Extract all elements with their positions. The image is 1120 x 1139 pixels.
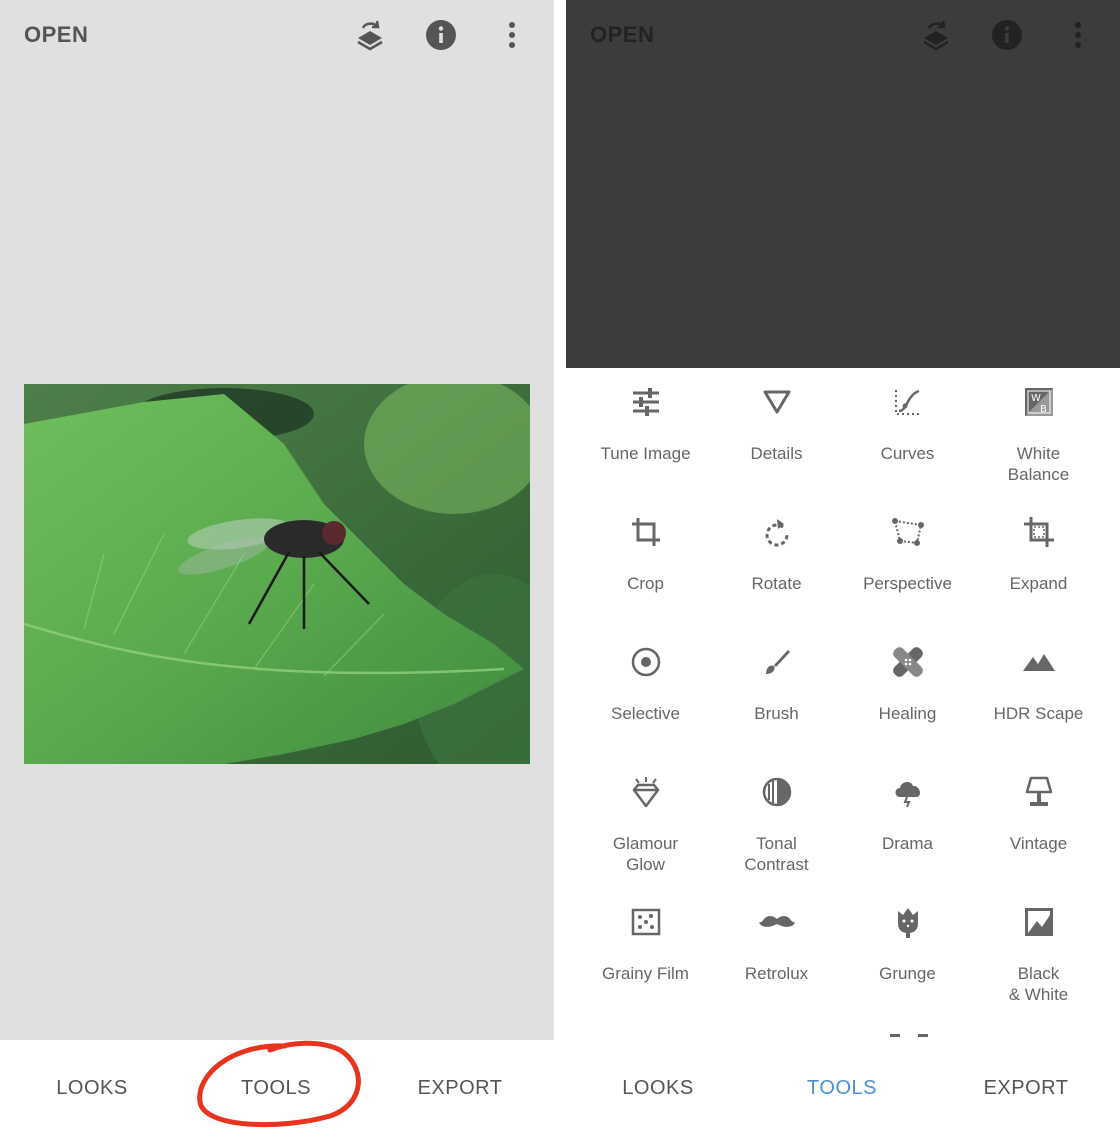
svg-text:W: W	[1031, 393, 1041, 404]
black-white-icon	[973, 905, 1104, 939]
tool-grunge[interactable]: Grunge	[842, 888, 973, 984]
tool-label: Grainy Film	[602, 964, 689, 983]
info-icon[interactable]	[423, 17, 459, 53]
tool-details[interactable]: Details	[711, 368, 842, 464]
tool-crop[interactable]: Crop	[580, 498, 711, 594]
tab-tools[interactable]: TOOLS	[206, 1077, 346, 1100]
tool-label: White Balance	[1007, 444, 1070, 484]
expand-icon	[973, 515, 1104, 549]
tool-label: Glamour Glow	[612, 834, 679, 874]
bottom-nav: LOOKS TOOLS EXPORT	[566, 1040, 1120, 1139]
tool-label: Curves	[880, 444, 935, 463]
tool-label: Selective	[611, 704, 680, 723]
tool-expand[interactable]: Expand	[973, 498, 1104, 594]
lamp-icon	[973, 775, 1104, 809]
mountain-icon	[973, 645, 1104, 679]
perspective-icon	[842, 515, 973, 549]
tool-label: Grunge	[879, 964, 936, 983]
tab-looks[interactable]: LOOKS	[588, 1077, 728, 1100]
crop-icon	[580, 515, 711, 549]
left-screen: OPEN LOOKS TOOLS EXPORT	[0, 0, 554, 1139]
tool-label: Expand	[1009, 574, 1068, 593]
diamond-glow-icon	[580, 775, 711, 809]
fly-on-leaf-photo	[23, 374, 554, 794]
more-tools-hint	[890, 1034, 928, 1038]
grain-dots-icon	[580, 905, 711, 939]
tool-label: Brush	[754, 704, 799, 723]
layers-history-icon[interactable]	[918, 17, 954, 53]
tool-label: Tune Image	[600, 444, 691, 463]
tab-looks[interactable]: LOOKS	[22, 1077, 162, 1100]
rotate-icon	[711, 515, 842, 549]
bottom-nav: LOOKS TOOLS EXPORT	[0, 1040, 554, 1139]
tool-white-balance[interactable]: WB White Balance	[973, 368, 1104, 485]
tune-icon	[580, 385, 711, 419]
more-options-icon[interactable]	[494, 17, 530, 53]
tool-drama[interactable]: Drama	[842, 758, 973, 854]
tool-perspective[interactable]: Perspective	[842, 498, 973, 594]
panel-divider	[554, 0, 566, 1139]
tonal-contrast-icon	[711, 775, 842, 809]
tool-label: Healing	[878, 704, 937, 723]
tool-rotate[interactable]: Rotate	[711, 498, 842, 594]
tab-export[interactable]: EXPORT	[956, 1077, 1096, 1100]
right-screen: OPEN Tune Image Details Curves WB White …	[566, 0, 1120, 1139]
tool-vintage[interactable]: Vintage	[973, 758, 1104, 854]
tool-tune-image[interactable]: Tune Image	[580, 368, 711, 464]
tool-healing[interactable]: Healing	[842, 628, 973, 724]
tool-label: Crop	[627, 574, 664, 593]
white-balance-icon: WB	[973, 385, 1104, 419]
tool-retrolux[interactable]: Retrolux	[711, 888, 842, 984]
storm-cloud-icon	[842, 775, 973, 809]
healing-bandage-icon	[842, 645, 973, 679]
tool-label: Tonal Contrast	[744, 834, 809, 874]
selective-target-icon	[580, 645, 711, 679]
tool-label: Vintage	[1009, 834, 1068, 853]
more-options-icon[interactable]	[1060, 17, 1096, 53]
tool-brush[interactable]: Brush	[711, 628, 842, 724]
tool-label: Rotate	[751, 574, 802, 593]
tool-selective[interactable]: Selective	[580, 628, 711, 724]
layers-history-icon[interactable]	[352, 17, 388, 53]
tool-hdr-scape[interactable]: HDR Scape	[973, 628, 1104, 724]
tool-label: Black & White	[1008, 964, 1069, 1004]
open-button[interactable]: OPEN	[590, 22, 654, 48]
tool-black-white[interactable]: Black & White	[973, 888, 1104, 1005]
curves-icon	[842, 385, 973, 419]
brush-icon	[711, 645, 842, 679]
mustache-icon	[711, 905, 842, 939]
top-bar: OPEN	[0, 0, 554, 70]
tool-tonal-contrast[interactable]: Tonal Contrast	[711, 758, 842, 875]
tab-tools[interactable]: TOOLS	[772, 1077, 912, 1100]
svg-text:B: B	[1040, 404, 1047, 415]
tool-label: Drama	[881, 834, 933, 853]
tool-curves[interactable]: Curves	[842, 368, 973, 464]
tool-label: Details	[750, 444, 803, 463]
details-triangle-icon	[711, 385, 842, 419]
tool-grainy-film[interactable]: Grainy Film	[580, 888, 711, 984]
open-button[interactable]: OPEN	[24, 22, 88, 48]
top-bar: OPEN	[566, 0, 1120, 70]
grunge-icon	[842, 905, 973, 939]
tool-label: Retrolux	[744, 964, 809, 983]
info-icon[interactable]	[989, 17, 1025, 53]
tool-label: Perspective	[863, 574, 952, 593]
tool-label: HDR Scape	[993, 704, 1084, 723]
tool-glamour-glow[interactable]: Glamour Glow	[580, 758, 711, 875]
tab-export[interactable]: EXPORT	[390, 1077, 530, 1100]
